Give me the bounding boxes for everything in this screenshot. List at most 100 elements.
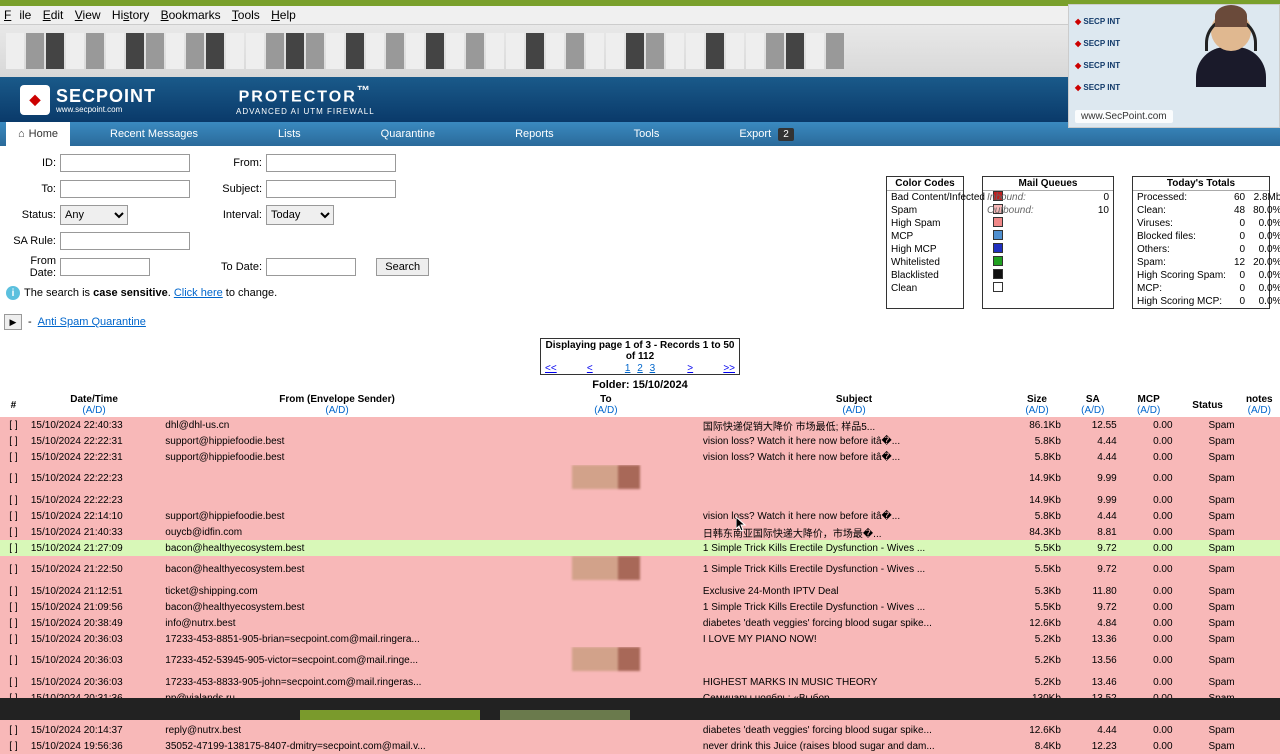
info-icon: i: [6, 286, 20, 300]
lbl-fromdate: From Date:: [4, 255, 56, 279]
row-checkbox[interactable]: [ ]: [0, 465, 27, 492]
webcam-url: www.SecPoint.com: [1075, 110, 1173, 123]
lbl-from: From:: [210, 157, 262, 169]
col-size[interactable]: Size(A/D): [1009, 393, 1065, 417]
row-checkbox[interactable]: [ ]: [0, 647, 27, 674]
row-checkbox[interactable]: [ ]: [0, 583, 27, 599]
nav-quarantine[interactable]: Quarantine: [341, 128, 475, 140]
pager-page-2[interactable]: 2: [637, 363, 643, 374]
row-checkbox[interactable]: [ ]: [0, 433, 27, 449]
menu-tools[interactable]: Tools: [232, 8, 260, 22]
input-fromdate[interactable]: [60, 258, 150, 276]
input-sarule[interactable]: [60, 232, 190, 250]
col-sa[interactable]: SA(A/D): [1065, 393, 1121, 417]
row-checkbox[interactable]: [ ]: [0, 722, 27, 738]
nav-home[interactable]: ⌂ Home: [6, 122, 70, 146]
todays-totals-panel: Today's Totals Processed:602.8MbClean:48…: [1132, 176, 1270, 309]
menu-edit[interactable]: Edit: [43, 8, 64, 22]
note-link[interactable]: Click here: [174, 287, 223, 299]
pager-page-1[interactable]: 1: [625, 363, 631, 374]
table-row[interactable]: [ ] 15/10/2024 20:38:49 info@nutrx.best …: [0, 615, 1280, 631]
pager-last[interactable]: >>: [723, 363, 735, 374]
row-checkbox[interactable]: [ ]: [0, 615, 27, 631]
menu-help[interactable]: Help: [271, 8, 296, 22]
table-row[interactable]: [ ] 15/10/2024 20:36:03 17233-453-8851-9…: [0, 631, 1280, 647]
col-datetime[interactable]: Date/Time(A/D): [27, 393, 161, 417]
select-interval[interactable]: Today: [266, 205, 334, 225]
col-mcp[interactable]: MCP(A/D): [1121, 393, 1177, 417]
presenter-avatar: [1191, 11, 1271, 89]
table-row[interactable]: [ ] 15/10/2024 21:40:33 ouycb@idfin.com …: [0, 524, 1280, 540]
row-checkbox[interactable]: [ ]: [0, 540, 27, 556]
input-from[interactable]: [266, 154, 396, 172]
table-row[interactable]: [ ] 15/10/2024 20:36:03 17233-452-53945-…: [0, 647, 1280, 674]
pixelated-recipient: [572, 556, 640, 580]
pager-next[interactable]: >: [687, 363, 693, 374]
pager: Displaying page 1 of 3 - Records 1 to 50…: [540, 338, 740, 375]
row-checkbox[interactable]: [ ]: [0, 417, 27, 433]
webcam-overlay: SECP INTSECP INT SECP INTSECP INT www.Se…: [1068, 4, 1280, 128]
expand-button[interactable]: ▶: [4, 314, 22, 330]
table-row[interactable]: [ ] 15/10/2024 22:22:31 support@hippiefo…: [0, 449, 1280, 465]
color-codes-panel: Color Codes Bad Content/InfectedSpamHigh…: [886, 176, 964, 309]
nav-tools[interactable]: Tools: [594, 128, 700, 140]
shield-icon: ◆: [20, 85, 50, 115]
brand-logo: ◆ SECPOINT www.secpoint.com: [20, 85, 156, 115]
table-row[interactable]: [ ] 15/10/2024 21:09:56 bacon@healthyeco…: [0, 599, 1280, 615]
col-to[interactable]: To(A/D): [513, 393, 699, 417]
nav-reports[interactable]: Reports: [475, 128, 594, 140]
asq-link[interactable]: Anti Spam Quarantine: [38, 316, 146, 328]
table-row[interactable]: [ ] 15/10/2024 20:14:37 reply@nutrx.best…: [0, 722, 1280, 738]
row-checkbox[interactable]: [ ]: [0, 508, 27, 524]
row-checkbox[interactable]: [ ]: [0, 492, 27, 508]
lbl-subject: Subject:: [210, 183, 262, 195]
col-from[interactable]: From (Envelope Sender)(A/D): [161, 393, 513, 417]
table-row[interactable]: [ ] 15/10/2024 21:12:51 ticket@shipping.…: [0, 583, 1280, 599]
table-row[interactable]: [ ] 15/10/2024 22:22:23 14.9Kb 9.99 0.00…: [0, 465, 1280, 492]
pager-prev[interactable]: <: [587, 363, 593, 374]
menu-file[interactable]: File: [4, 8, 31, 22]
lbl-status: Status:: [4, 209, 56, 221]
mouse-cursor: [736, 517, 748, 533]
search-button[interactable]: Search: [376, 258, 429, 276]
row-checkbox[interactable]: [ ]: [0, 524, 27, 540]
export-badge: 2: [778, 128, 794, 141]
nav-lists[interactable]: Lists: [238, 128, 341, 140]
table-row[interactable]: [ ] 15/10/2024 21:27:09 bacon@healthyeco…: [0, 540, 1280, 556]
table-row[interactable]: [ ] 15/10/2024 21:22:50 bacon@healthyeco…: [0, 556, 1280, 583]
pager-first[interactable]: <<: [545, 363, 557, 374]
table-row[interactable]: [ ] 15/10/2024 20:36:03 17233-453-8833-9…: [0, 674, 1280, 690]
row-checkbox[interactable]: [ ]: [0, 674, 27, 690]
input-todate[interactable]: [266, 258, 356, 276]
select-status[interactable]: Any: [60, 205, 128, 225]
pager-page-3[interactable]: 3: [650, 363, 656, 374]
col-subject[interactable]: Subject(A/D): [699, 393, 1009, 417]
row-checkbox[interactable]: [ ]: [0, 556, 27, 583]
col-num[interactable]: #: [0, 393, 27, 417]
input-subject[interactable]: [266, 180, 396, 198]
table-row[interactable]: [ ] 15/10/2024 22:40:33 dhl@dhl-us.cn 国际…: [0, 417, 1280, 433]
table-row[interactable]: [ ] 15/10/2024 22:22:31 support@hippiefo…: [0, 433, 1280, 449]
home-icon: ⌂: [18, 128, 25, 140]
table-row[interactable]: [ ] 15/10/2024 22:22:23 14.9Kb 9.99 0.00…: [0, 492, 1280, 508]
folder-label: Folder: 15/10/2024: [0, 379, 1280, 391]
menu-bookmarks[interactable]: Bookmarks: [161, 8, 221, 22]
table-row[interactable]: [ ] 15/10/2024 22:14:10 support@hippiefo…: [0, 508, 1280, 524]
table-row[interactable]: [ ] 15/10/2024 19:56:36 35052-47199-1381…: [0, 738, 1280, 754]
input-to[interactable]: [60, 180, 190, 198]
nav-recent-messages[interactable]: Recent Messages: [70, 128, 238, 140]
menu-history[interactable]: History: [112, 8, 149, 22]
lbl-todate: To Date:: [210, 261, 262, 273]
menu-view[interactable]: View: [75, 8, 101, 22]
row-checkbox[interactable]: [ ]: [0, 738, 27, 754]
lbl-id: ID:: [4, 157, 56, 169]
col-status[interactable]: Status: [1177, 393, 1239, 417]
row-checkbox[interactable]: [ ]: [0, 449, 27, 465]
nav-export[interactable]: Export 2: [699, 128, 833, 140]
row-checkbox[interactable]: [ ]: [0, 631, 27, 647]
row-checkbox[interactable]: [ ]: [0, 599, 27, 615]
input-id[interactable]: [60, 154, 190, 172]
anti-spam-quarantine: ▶ - Anti Spam Quarantine: [4, 314, 1280, 330]
col-notes[interactable]: notes(A/D): [1239, 393, 1280, 417]
lbl-interval: Interval:: [210, 209, 262, 221]
